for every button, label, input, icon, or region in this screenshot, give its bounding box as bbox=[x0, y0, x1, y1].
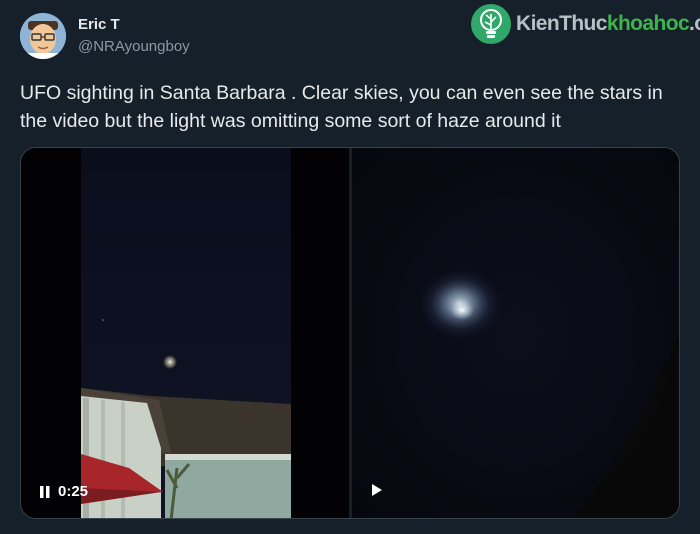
media-grid: 0:25 bbox=[20, 147, 680, 519]
avatar[interactable] bbox=[20, 13, 66, 59]
watermark-text: KienThuckhoahoc.org bbox=[516, 12, 700, 35]
video-1-frame bbox=[21, 148, 349, 518]
video-timestamp: 0:25 bbox=[58, 483, 89, 500]
video-2-controls[interactable] bbox=[371, 483, 383, 497]
cartoon-avatar-icon bbox=[20, 13, 66, 59]
video-2[interactable] bbox=[352, 148, 679, 518]
video-1-controls[interactable]: 0:25 bbox=[39, 483, 88, 500]
watermark: KienThuckhoahoc.org bbox=[470, 2, 700, 46]
play-icon[interactable] bbox=[371, 483, 383, 497]
author-handle[interactable]: @NRAyoungboy bbox=[78, 38, 190, 55]
video-2-frame bbox=[352, 148, 679, 518]
tweet-text: UFO sighting in Santa Barbara . Clear sk… bbox=[20, 82, 663, 132]
pause-icon[interactable] bbox=[39, 485, 51, 499]
video-1[interactable] bbox=[21, 148, 349, 518]
lightbulb-tree-icon bbox=[471, 4, 511, 44]
author-display-name[interactable]: Eric T bbox=[78, 16, 120, 33]
